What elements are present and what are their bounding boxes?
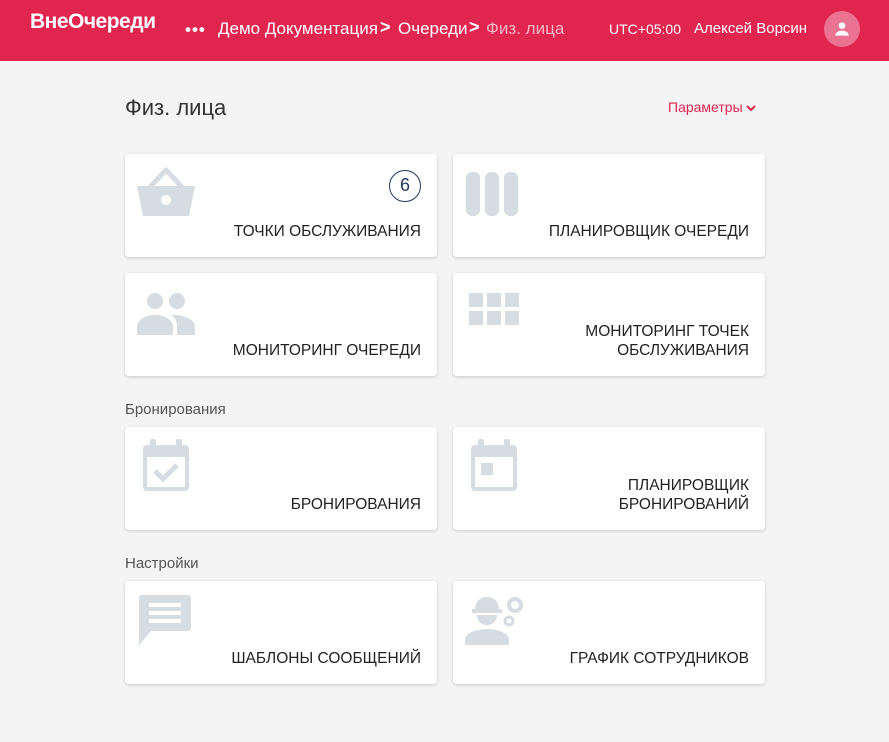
breadcrumb-current: Физ. лица (486, 19, 565, 38)
calendar-check-icon (143, 439, 189, 491)
chevron-right-icon: > (469, 17, 480, 37)
card-staff-schedule[interactable]: ГРАФИК СОТРУДНИКОВ (453, 581, 765, 684)
user-name[interactable]: Алексей Ворсин (694, 20, 807, 37)
page-title: Физ. лица (125, 95, 227, 120)
basket-icon (137, 167, 195, 216)
more-menu-icon[interactable]: ••• (185, 20, 206, 40)
top-bar: ВнеОчереди ••• Демо Документация > Очере… (0, 0, 889, 61)
chevron-right-icon: > (380, 17, 391, 37)
card-label: ШАБЛОНЫ СООБЩЕНИЙ (231, 650, 421, 667)
card-queue-planner[interactable]: ПЛАНИРОВЩИК ОЧЕРЕДИ (453, 154, 765, 257)
person-icon (835, 22, 849, 36)
timezone-label: UTC+05:00 (609, 21, 681, 37)
params-dropdown[interactable]: Параметры (668, 99, 757, 115)
card-bookings[interactable]: БРОНИРОВАНИЯ (125, 427, 437, 530)
card-label: ПЛАНИРОВЩИК ОЧЕРЕДИ (548, 223, 749, 240)
card-label: ГРАФИК СОТРУДНИКОВ (569, 650, 749, 667)
logo[interactable]: ВнеОчереди (30, 10, 156, 34)
avatar[interactable] (824, 11, 860, 47)
breadcrumb-queues[interactable]: Очереди (398, 19, 468, 39)
count-badge: 6 (389, 170, 421, 202)
message-icon (139, 595, 191, 645)
card-service-points-monitoring[interactable]: МОНИТОРИНГ ТОЧЕК ОБСЛУЖИВАНИЯ (453, 273, 765, 376)
params-label: Параметры (668, 99, 743, 115)
card-label: МОНИТОРИНГ ОЧЕРЕДИ (232, 342, 421, 359)
card-queue-monitoring[interactable]: МОНИТОРИНГ ОЧЕРЕДИ (125, 273, 437, 376)
columns-icon (466, 172, 518, 216)
card-label: ПЛАНИРОВЩИК БРОНИРОВАНИЙ (618, 477, 749, 513)
section-title-settings: Настройки (125, 555, 199, 572)
people-icon (137, 293, 195, 335)
card-label: ТОЧКИ ОБСЛУЖИВАНИЯ (233, 223, 421, 240)
card-service-points[interactable]: 6 ТОЧКИ ОБСЛУЖИВАНИЯ (125, 154, 437, 257)
card-message-templates[interactable]: ШАБЛОНЫ СООБЩЕНИЙ (125, 581, 437, 684)
breadcrumb-demo-docs[interactable]: Демо Документация (218, 19, 378, 39)
engineering-icon (465, 597, 523, 645)
section-title-bookings: Бронирования (125, 401, 226, 418)
card-booking-planner[interactable]: ПЛАНИРОВЩИК БРОНИРОВАНИЙ (453, 427, 765, 530)
card-label: БРОНИРОВАНИЯ (290, 496, 421, 513)
chevron-down-icon (745, 105, 756, 112)
card-label: МОНИТОРИНГ ТОЧЕК ОБСЛУЖИВАНИЯ (585, 323, 749, 359)
